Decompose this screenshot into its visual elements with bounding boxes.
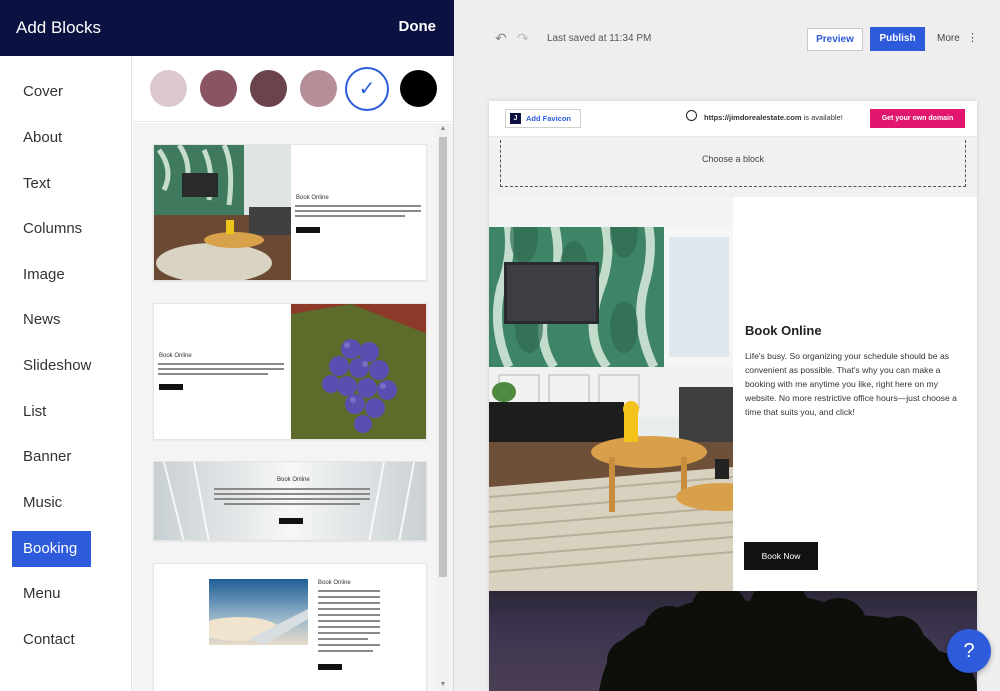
- category-slideshow[interactable]: Slideshow: [12, 348, 91, 384]
- block-variant-1[interactable]: Book Online: [153, 144, 427, 281]
- block-variant-4[interactable]: Book Online: [153, 563, 427, 691]
- add-favicon-button[interactable]: J Add Favicon: [505, 109, 581, 128]
- get-domain-button[interactable]: Get your own domain: [870, 109, 965, 128]
- category-news[interactable]: News: [12, 302, 91, 338]
- category-list[interactable]: List: [12, 394, 91, 430]
- scroll-up-icon[interactable]: ▲: [437, 125, 449, 132]
- variant-title: Book Online: [296, 195, 329, 201]
- variant-title: Book Online: [159, 353, 192, 359]
- panel-title: Add Blocks: [16, 18, 102, 37]
- category-contact[interactable]: Contact: [12, 622, 91, 658]
- more-button[interactable]: More: [937, 33, 960, 44]
- booking-block[interactable]: Book Online Life's busy. So organizing y…: [489, 197, 977, 591]
- scroll-down-icon[interactable]: ▼: [437, 681, 449, 688]
- grapes-thumbnail: [291, 304, 426, 439]
- more-vertical-icon[interactable]: ⋮: [967, 31, 978, 44]
- variant-title: Book Online: [318, 580, 351, 586]
- light-streaks-thumbnail: [154, 462, 426, 540]
- variant-title: Book Online: [277, 477, 310, 483]
- scroll-thumb[interactable]: [439, 137, 447, 577]
- publish-button[interactable]: Publish: [870, 27, 925, 51]
- color-swatch-plum[interactable]: [250, 70, 287, 107]
- jimdo-logo-icon: J: [510, 113, 521, 124]
- color-swatch-white-selected[interactable]: ✓: [345, 67, 389, 111]
- category-text[interactable]: Text: [12, 166, 91, 202]
- block-variant-2[interactable]: Book Online: [153, 303, 427, 440]
- color-swatch-rose[interactable]: [300, 70, 337, 107]
- booking-description: Life's busy. So organizing your schedule…: [745, 351, 957, 417]
- undo-icon[interactable]: ↶: [495, 30, 507, 47]
- block-placeholder: Choose a block: [489, 137, 977, 197]
- category-banner[interactable]: Banner: [12, 439, 91, 475]
- category-columns[interactable]: Columns: [12, 211, 91, 247]
- category-booking[interactable]: Booking: [12, 531, 91, 567]
- category-about[interactable]: About: [12, 120, 91, 156]
- add-blocks-panel: Add Blocks Done Cover About Text Columns…: [0, 0, 454, 691]
- domain-availability: https://jimdorealestate.com is available…: [704, 113, 843, 122]
- color-swatch-light-pink[interactable]: [150, 70, 187, 107]
- help-button[interactable]: ?: [947, 629, 991, 673]
- living-room-thumbnail: [154, 145, 291, 280]
- add-favicon-label: Add Favicon: [526, 114, 572, 123]
- domain-suffix: is available!: [801, 113, 843, 122]
- variants-scrollbar[interactable]: ▲ ▼: [437, 125, 449, 691]
- block-variant-3[interactable]: Book Online: [153, 461, 427, 541]
- domain-url: https://jimdorealestate.com: [704, 113, 802, 122]
- globe-icon: [686, 110, 697, 121]
- category-cover[interactable]: Cover: [12, 74, 91, 110]
- choose-block-dropzone[interactable]: Choose a block: [500, 140, 966, 187]
- category-music[interactable]: Music: [12, 485, 91, 521]
- color-swatch-bar: ✓: [133, 56, 453, 122]
- category-image[interactable]: Image: [12, 257, 91, 293]
- redo-icon[interactable]: ↷: [517, 30, 529, 47]
- site-canvas: J Add Favicon https://jimdorealestate.co…: [489, 101, 977, 691]
- done-button[interactable]: Done: [399, 18, 437, 35]
- book-now-button[interactable]: Book Now: [744, 542, 818, 570]
- category-menu[interactable]: Menu: [12, 576, 91, 612]
- site-header-bar: J Add Favicon https://jimdorealestate.co…: [489, 101, 977, 137]
- editor-toolbar: ↶ ↷ Last saved at 11:34 PM Preview Publi…: [455, 0, 1000, 80]
- living-room-photo: [489, 197, 733, 591]
- preview-button[interactable]: Preview: [807, 28, 863, 51]
- color-swatch-mauve[interactable]: [200, 70, 237, 107]
- booking-title: Book Online: [745, 323, 822, 338]
- tree-silhouette-section: [489, 591, 977, 691]
- color-swatch-black[interactable]: [400, 70, 437, 107]
- block-category-list: Cover About Text Columns Image News Slid…: [0, 56, 132, 691]
- airplane-wing-thumbnail: [209, 579, 308, 645]
- last-saved-status: Last saved at 11:34 PM: [547, 33, 652, 44]
- check-icon: ✓: [358, 78, 376, 100]
- panel-header: Add Blocks Done: [0, 0, 454, 56]
- block-variants-list: Book Online Book Online Book Online Book…: [133, 123, 453, 691]
